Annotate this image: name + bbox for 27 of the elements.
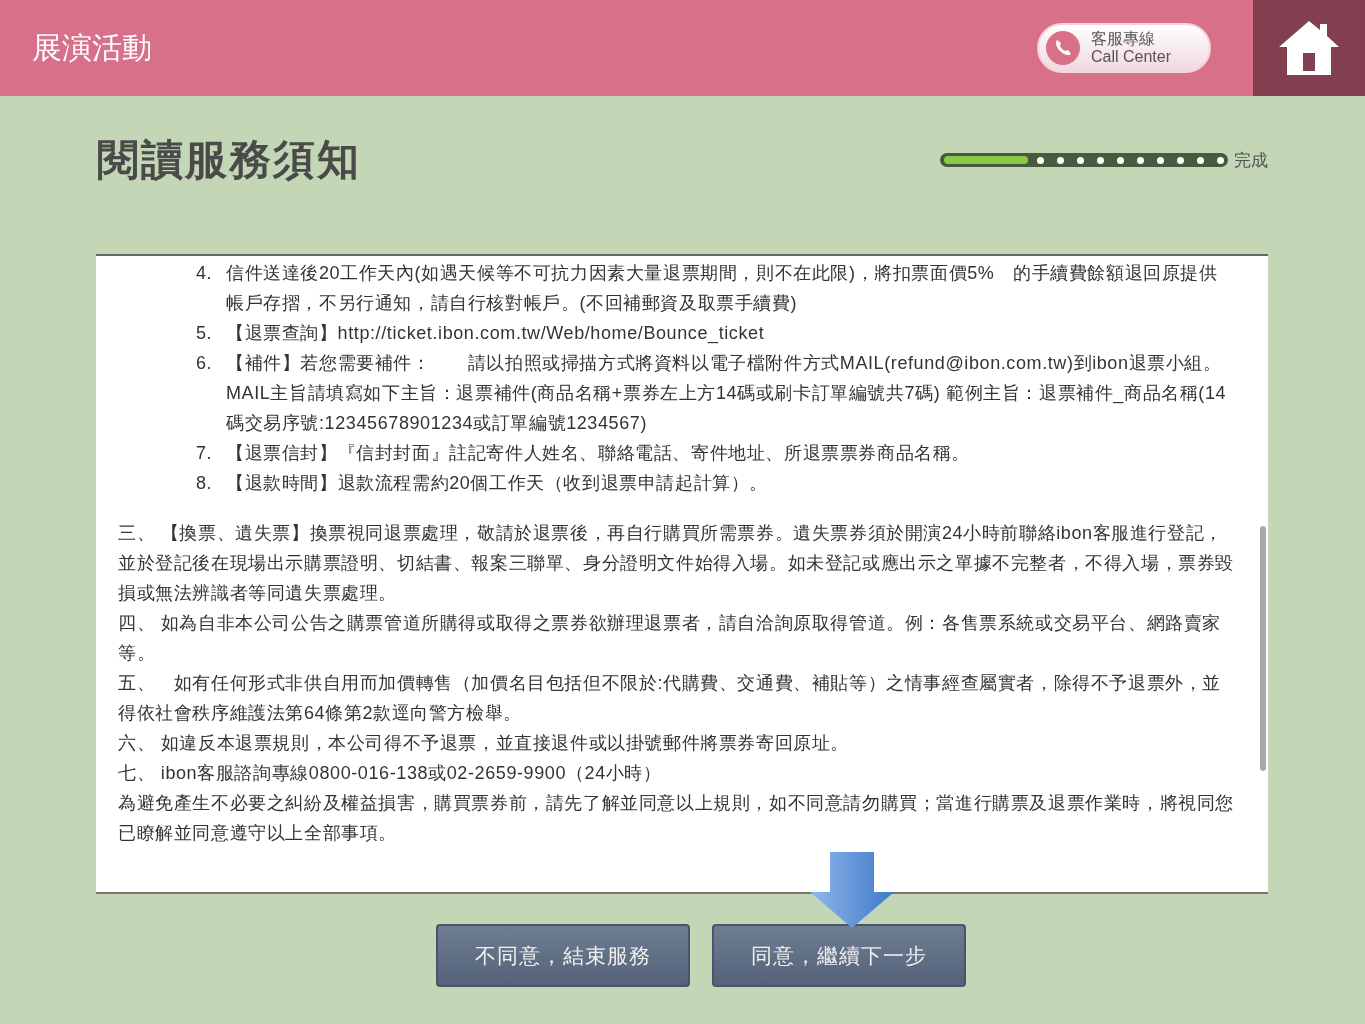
notice-paragraph: 五、 如有任何形式非供自用而加價轉售（加價名目包括但不限於:代購費、交通費、補貼等）之情事經查屬實者，除得不予退票外，並得依社會秩序維護法第64條第2款逕向警方檢舉。 xyxy=(118,672,1222,725)
page-title: 閱讀服務須知 xyxy=(97,135,362,185)
header-title: 展演活動 xyxy=(31,29,153,66)
item-number: 4. xyxy=(196,262,214,285)
home-icon xyxy=(1277,19,1341,77)
notice-paragraph: 三、 【換票、遺失票】換票視同退票處理，敬請於退票後，再自行購買所需票券。遺失票券須於開演24小時前聯絡ibon客服進行登記，並於登記後在現場出示購票證明、切結書、報案三聯單、身分證明文件始得入場。如未登記或應出示之單據不完整者，不得入場，票券毀損或無法辨識者等同遺失票處理。 xyxy=(118,522,1235,605)
phone-icon xyxy=(1045,30,1081,66)
agree-button[interactable]: 同意，繼續下一步 xyxy=(711,924,966,987)
item-number: 6. xyxy=(196,352,214,375)
notice-item-text: 【退款時間】退款流程需約20個工作天（收到退票申請起計算）。 xyxy=(226,472,769,495)
notice-item-text: 【補件】若您需要補件： 請以拍照或掃描方式將資料以電子檔附件方式MAIL(refund@ibon.com.tw)到ibon退票小組。 MAIL主旨請填寫如下主旨：退票補件(商品名稱+票券左上方14碼或刷卡訂單編號共7碼) 範例主旨：退票補件_商品名稱(14碼交易序號:12345678901234或訂單編號1234567) xyxy=(226,352,1228,435)
notice-paragraph: 七、 ibon客服諮詢專線0800-016-138或02-2659-9900（24小時） xyxy=(118,762,663,785)
notice-paragraph: 為避免產生不必要之糾紛及權益損害，購買票券前，請先了解並同意以上規則，如不同意請勿購買；當進行購票及退票作業時，將視同您已瞭解並同意遵守以上全部事項。 xyxy=(118,792,1235,845)
item-number: 7. xyxy=(196,442,214,465)
progress-end-label: 完成 xyxy=(1234,149,1268,172)
home-button[interactable] xyxy=(1253,0,1365,96)
notice-item-text: 【退票查詢】http://ticket.ibon.com.tw/Web/home/Bounce_ticket xyxy=(226,322,765,346)
down-arrow-icon xyxy=(808,850,896,930)
notice-item-text: 信件送達後20工作天內(如遇天候等不可抗力因素大量退票期間，則不在此限)，將扣票面價5% 的手續費餘額退回原提供帳戶存摺，不另行通知，請自行核對帳戶。(不回補郵資及取票手續費) xyxy=(226,262,1219,315)
notice-item-text: 【退票信封】『信封封面』註記寄件人姓名、聯絡電話、寄件地址、所退票票券商品名稱。 xyxy=(226,442,970,465)
item-number: 5. xyxy=(196,322,214,345)
decline-button[interactable]: 不同意，結束服務 xyxy=(435,924,690,987)
notice-paragraph: 六、 如違反本退票規則，本公司得不予退票，並直接退件或以掛號郵件將票券寄回原址。 xyxy=(118,732,850,755)
notice-paragraph: 四、 如為自非本公司公告之購票管道所購得或取得之票券欲辦理退票者，請自洽詢原取得管道。例：各售票系統或交易平台、網路賣家等。 xyxy=(118,612,1222,665)
call-center-button[interactable]: 客服專線 Call Center xyxy=(1037,23,1211,73)
item-number: 8. xyxy=(196,472,214,495)
scrollbar[interactable] xyxy=(1260,526,1266,771)
